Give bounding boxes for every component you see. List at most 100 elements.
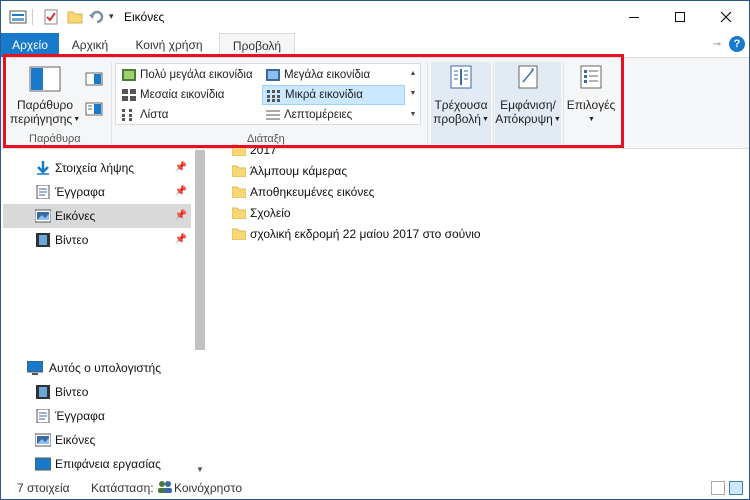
- nav-item-label: Έγγραφα: [55, 409, 105, 423]
- new-folder-icon[interactable]: [67, 9, 83, 25]
- nav-item-label: Βίντεο: [55, 385, 89, 399]
- tab-file[interactable]: Αρχείο: [1, 33, 59, 57]
- pictures-icon: [35, 209, 51, 223]
- minimize-button[interactable]: [611, 1, 657, 33]
- documents-icon: [36, 409, 50, 423]
- videos-icon: [36, 233, 50, 247]
- list-icon: [122, 109, 132, 121]
- list-item[interactable]: Αποθηκευμένες εικόνες: [232, 182, 374, 203]
- folder-icon: [232, 165, 246, 177]
- chevron-down-icon: ▼: [553, 115, 561, 123]
- nav-item-downloads[interactable]: Στοιχεία λήψης 📌: [3, 156, 191, 180]
- pictures-icon: [35, 433, 51, 447]
- show-hide-label-2: Απόκρυψη: [495, 112, 553, 126]
- chevron-down-icon[interactable]: ▼: [192, 465, 208, 474]
- folder-icon: [232, 207, 246, 219]
- nav-item-this-pc[interactable]: Αυτός ο υπολογιστής: [3, 356, 191, 380]
- nav-item-label: Επιφάνεια εργασίας: [55, 457, 161, 471]
- state-value: Κοινόχρηστο: [174, 481, 242, 495]
- videos-icon: [36, 385, 50, 399]
- properties-icon[interactable]: [43, 9, 59, 25]
- nav-item-pc-documents[interactable]: Έγγραφα: [3, 404, 191, 428]
- pin-icon[interactable]: 📌: [175, 180, 187, 204]
- details-view-icon[interactable]: [711, 481, 725, 495]
- chevron-up-icon[interactable]: ▲: [410, 70, 417, 77]
- group-separator: [111, 62, 112, 144]
- list-item[interactable]: Σχολείο: [232, 203, 291, 224]
- layout-gallery-scroll[interactable]: ▲ ▼ ▼: [405, 63, 421, 125]
- file-name: 2017: [250, 143, 277, 157]
- options-button[interactable]: Επιλογές ▼: [565, 62, 617, 127]
- nav-item-pc-videos[interactable]: Βίντεο: [3, 380, 191, 404]
- maximize-button[interactable]: [657, 1, 703, 33]
- tab-home[interactable]: Αρχική: [59, 33, 121, 57]
- state-label: Κατάσταση:: [91, 481, 154, 495]
- close-icon: [720, 11, 732, 23]
- preview-pane-icon[interactable]: [85, 72, 103, 86]
- layout-details[interactable]: Λεπτομέρειες: [262, 105, 405, 125]
- group-separator: [427, 62, 428, 144]
- scrollbar-thumb[interactable]: [195, 150, 205, 350]
- navigation-pane-icon: [29, 66, 61, 92]
- chevron-down-icon[interactable]: ▼: [410, 90, 417, 97]
- ribbon-controls: ⊸ ?: [713, 36, 745, 52]
- current-view-button[interactable]: Τρέχουσα προβολή▼: [431, 62, 491, 127]
- sort-by-icon: [450, 65, 472, 89]
- pin-ribbon-icon[interactable]: ⊸: [713, 39, 721, 50]
- nav-item-documents[interactable]: Έγγραφα 📌: [3, 180, 191, 204]
- list-item[interactable]: 2017: [232, 140, 277, 161]
- layout-extra-large-icons[interactable]: Πολύ μεγάλα εικονίδια: [118, 65, 262, 85]
- nav-item-pictures[interactable]: Εικόνες 📌: [3, 204, 191, 228]
- folder-icon: [232, 186, 246, 198]
- extra-large-icons-icon: [122, 69, 136, 81]
- ribbon-tabs: Αρχείο Αρχική Κοινή χρήση Προβολή ⊸ ?: [1, 33, 749, 58]
- file-list: 2017 Άλμπουμ κάμερας Αποθηκευμένες εικόν…: [208, 143, 749, 478]
- navigation-scrollbar[interactable]: ▼: [192, 150, 208, 478]
- nav-item-videos[interactable]: Βίντεο 📌: [3, 228, 191, 252]
- folder-icon: [232, 228, 246, 240]
- current-view-label-2: προβολή: [433, 112, 481, 126]
- download-icon: [37, 161, 49, 175]
- undo-icon[interactable]: [89, 9, 105, 25]
- layout-item-label: Μεγάλα εικονίδια: [284, 69, 371, 81]
- layout-large-icons[interactable]: Μεγάλα εικονίδια: [262, 65, 405, 85]
- quick-access-toolbar-dropdown-icon[interactable]: ▾: [109, 11, 114, 22]
- layout-item-label: Μεσαία εικονίδια: [140, 89, 225, 101]
- layout-medium-icons[interactable]: Μεσαία εικονίδια: [118, 85, 262, 105]
- tab-view[interactable]: Προβολή: [219, 33, 295, 58]
- title-bar: ▾ Εικόνες: [1, 1, 749, 33]
- close-button[interactable]: [703, 1, 749, 33]
- tab-share[interactable]: Κοινή χρήση: [121, 33, 217, 57]
- layout-item-label: Λεπτομέρειες: [284, 109, 353, 121]
- large-icons-view-icon[interactable]: [729, 481, 743, 495]
- group-separator: [493, 62, 494, 144]
- chevron-down-icon: ▼: [588, 115, 595, 123]
- layout-small-icons[interactable]: Μικρά εικονίδια: [262, 85, 405, 105]
- show-hide-label-1: Εμφάνιση/: [500, 98, 556, 112]
- show-hide-button[interactable]: Εμφάνιση/ Απόκρυψη▼: [495, 62, 561, 127]
- nav-item-desktop[interactable]: Επιφάνεια εργασίας: [3, 452, 191, 476]
- pin-icon[interactable]: 📌: [175, 228, 187, 252]
- status-bar: 7 στοιχεία Κατάσταση: Κοινόχρηστο: [1, 478, 749, 499]
- chevron-down-icon: ▼: [481, 115, 489, 123]
- maximize-icon: [675, 12, 685, 22]
- file-name: σχολική εκδρομή 22 μαίου 2017 στο σούνιο: [250, 227, 481, 241]
- show-hide-icon: [518, 65, 538, 89]
- layout-item-label: Μικρά εικονίδια: [285, 89, 363, 101]
- layout-list[interactable]: Λίστα: [118, 105, 262, 125]
- nav-item-pc-pictures[interactable]: Εικόνες: [3, 428, 191, 452]
- details-pane-icon[interactable]: [85, 102, 103, 116]
- explorer-window-icon[interactable]: [9, 9, 27, 25]
- list-item[interactable]: σχολική εκδρομή 22 μαίου 2017 στο σούνιο: [232, 224, 481, 245]
- layout-item-label: Πολύ μεγάλα εικονίδια: [140, 69, 253, 81]
- pin-icon[interactable]: 📌: [175, 204, 187, 228]
- navigation-pane: Στοιχεία λήψης 📌 Έγγραφα 📌 Εικόνες 📌 Βίν…: [1, 150, 208, 478]
- navigation-pane-button[interactable]: Παράθυρο περιήγησης▼: [9, 62, 81, 127]
- medium-icons-icon: [122, 89, 136, 101]
- help-icon[interactable]: ?: [729, 36, 745, 52]
- more-options-icon[interactable]: ▼: [410, 111, 417, 118]
- list-item[interactable]: Άλμπουμ κάμερας: [232, 161, 347, 182]
- shared-users-icon: [157, 480, 173, 497]
- pin-icon[interactable]: 📌: [175, 156, 187, 180]
- options-label: Επιλογές: [566, 98, 616, 112]
